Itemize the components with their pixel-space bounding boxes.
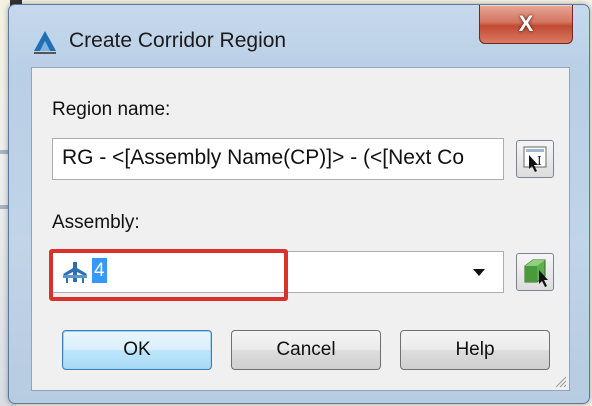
app-logo-icon — [34, 31, 56, 54]
text-pick-icon: I — [523, 146, 547, 172]
dialog-title: Create Corridor Region — [69, 29, 287, 52]
resize-grip-icon[interactable] — [553, 374, 567, 388]
svg-text:I: I — [537, 154, 542, 168]
chevron-down-icon[interactable] — [473, 269, 485, 276]
close-button[interactable]: X — [479, 5, 573, 44]
annotation-highlight-box — [49, 249, 288, 301]
dialog-content: Region name: RG - <[Assembly Name(CP)]> … — [31, 67, 570, 391]
help-button[interactable]: Help — [400, 330, 550, 370]
create-corridor-region-dialog: Create Corridor Region X Region name: RG… — [8, 4, 590, 404]
cancel-button[interactable]: Cancel — [231, 330, 381, 370]
region-name-field[interactable]: RG - <[Assembly Name(CP)]> - (<[Next Co — [52, 138, 504, 180]
pick-assembly-icon — [524, 259, 548, 287]
region-name-label: Region name: — [52, 99, 171, 120]
title-bar[interactable]: Create Corridor Region X — [9, 5, 589, 61]
ok-button[interactable]: OK — [62, 330, 212, 370]
name-template-button[interactable]: I — [516, 140, 554, 178]
pick-assembly-button[interactable] — [516, 253, 554, 291]
assembly-label: Assembly: — [52, 212, 140, 233]
